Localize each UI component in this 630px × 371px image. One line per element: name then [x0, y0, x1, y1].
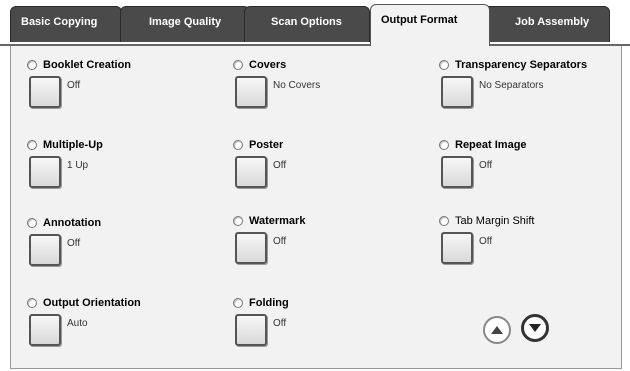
feature-output-orientation: Output Orientation Auto — [27, 296, 217, 356]
feature-value: No Covers — [273, 80, 321, 91]
feature-poster: Poster Off — [233, 138, 423, 198]
tab-label: Scan Options — [271, 16, 342, 28]
feature-title: Poster — [249, 139, 284, 151]
tab-basic-copying[interactable]: Basic Copying — [10, 6, 122, 42]
feature-booklet-creation: Booklet Creation Off — [27, 58, 217, 118]
feature-repeat-image: Repeat Image Off — [439, 138, 629, 198]
feature-annotation: Annotation Off — [27, 216, 217, 276]
tab-output-format[interactable]: Output Format — [370, 4, 490, 46]
covers-button[interactable] — [235, 76, 267, 108]
booklet-creation-button[interactable] — [29, 76, 61, 108]
tab-margin-shift-button[interactable] — [441, 232, 473, 264]
tab-bar: Basic Copying Image Quality Scan Options… — [0, 0, 630, 46]
feature-tab-margin-shift: Tab Margin Shift Off — [439, 214, 629, 274]
feature-value: Off — [479, 160, 493, 171]
feature-covers: Covers No Covers — [233, 58, 423, 118]
feature-multiple-up: Multiple-Up 1 Up — [27, 138, 217, 198]
feature-title: Watermark — [249, 215, 306, 227]
folding-button[interactable] — [235, 314, 267, 346]
tab-image-quality[interactable]: Image Quality — [120, 6, 250, 42]
scroll-down-button[interactable] — [521, 314, 549, 342]
triangle-down-icon — [529, 324, 541, 332]
radio-indicator-icon — [27, 140, 37, 150]
tab-scan-options[interactable]: Scan Options — [244, 6, 370, 42]
multiple-up-button[interactable] — [29, 156, 61, 188]
radio-indicator-icon — [27, 298, 37, 308]
feature-value: Off — [273, 318, 287, 329]
radio-indicator-icon — [439, 140, 449, 150]
watermark-button[interactable] — [235, 232, 267, 264]
feature-title: Tab Margin Shift — [455, 215, 535, 227]
tab-label: Output Format — [381, 14, 458, 26]
radio-indicator-icon — [27, 218, 37, 228]
feature-value: Off — [273, 160, 287, 171]
feature-value: No Separators — [479, 80, 544, 91]
feature-title: Repeat Image — [455, 139, 527, 151]
feature-value: Off — [67, 238, 81, 249]
tab-label: Job Assembly — [515, 16, 590, 28]
radio-indicator-icon — [439, 216, 449, 226]
tab-label: Basic Copying — [21, 16, 98, 28]
feature-value: Auto — [67, 318, 88, 329]
radio-indicator-icon — [233, 298, 243, 308]
output-format-panel: Booklet Creation Off Covers No Covers Tr… — [10, 46, 622, 369]
feature-title: Folding — [249, 297, 289, 309]
feature-value: 1 Up — [67, 160, 89, 171]
scroll-up-button[interactable] — [483, 316, 511, 344]
radio-indicator-icon — [233, 216, 243, 226]
feature-title: Multiple-Up — [43, 139, 103, 151]
feature-title: Booklet Creation — [43, 59, 132, 71]
radio-indicator-icon — [233, 60, 243, 70]
radio-indicator-icon — [27, 60, 37, 70]
transparency-separators-button[interactable] — [441, 76, 473, 108]
radio-indicator-icon — [233, 140, 243, 150]
feature-value: Off — [479, 236, 493, 247]
tab-job-assembly[interactable]: Job Assembly — [478, 6, 610, 42]
feature-value: Off — [273, 236, 287, 247]
feature-watermark: Watermark Off — [233, 214, 423, 274]
feature-title: Transparency Separators — [455, 59, 588, 71]
repeat-image-button[interactable] — [441, 156, 473, 188]
tab-label: Image Quality — [149, 16, 222, 28]
output-orientation-button[interactable] — [29, 314, 61, 346]
feature-title: Covers — [249, 59, 287, 71]
feature-folding: Folding Off — [233, 296, 423, 356]
annotation-button[interactable] — [29, 234, 61, 266]
feature-title: Output Orientation — [43, 297, 141, 309]
feature-title: Annotation — [43, 217, 102, 229]
poster-button[interactable] — [235, 156, 267, 188]
radio-indicator-icon — [439, 60, 449, 70]
feature-transparency-separators: Transparency Separators No Separators — [439, 58, 629, 118]
feature-value: Off — [67, 80, 81, 91]
triangle-up-icon — [491, 326, 503, 334]
